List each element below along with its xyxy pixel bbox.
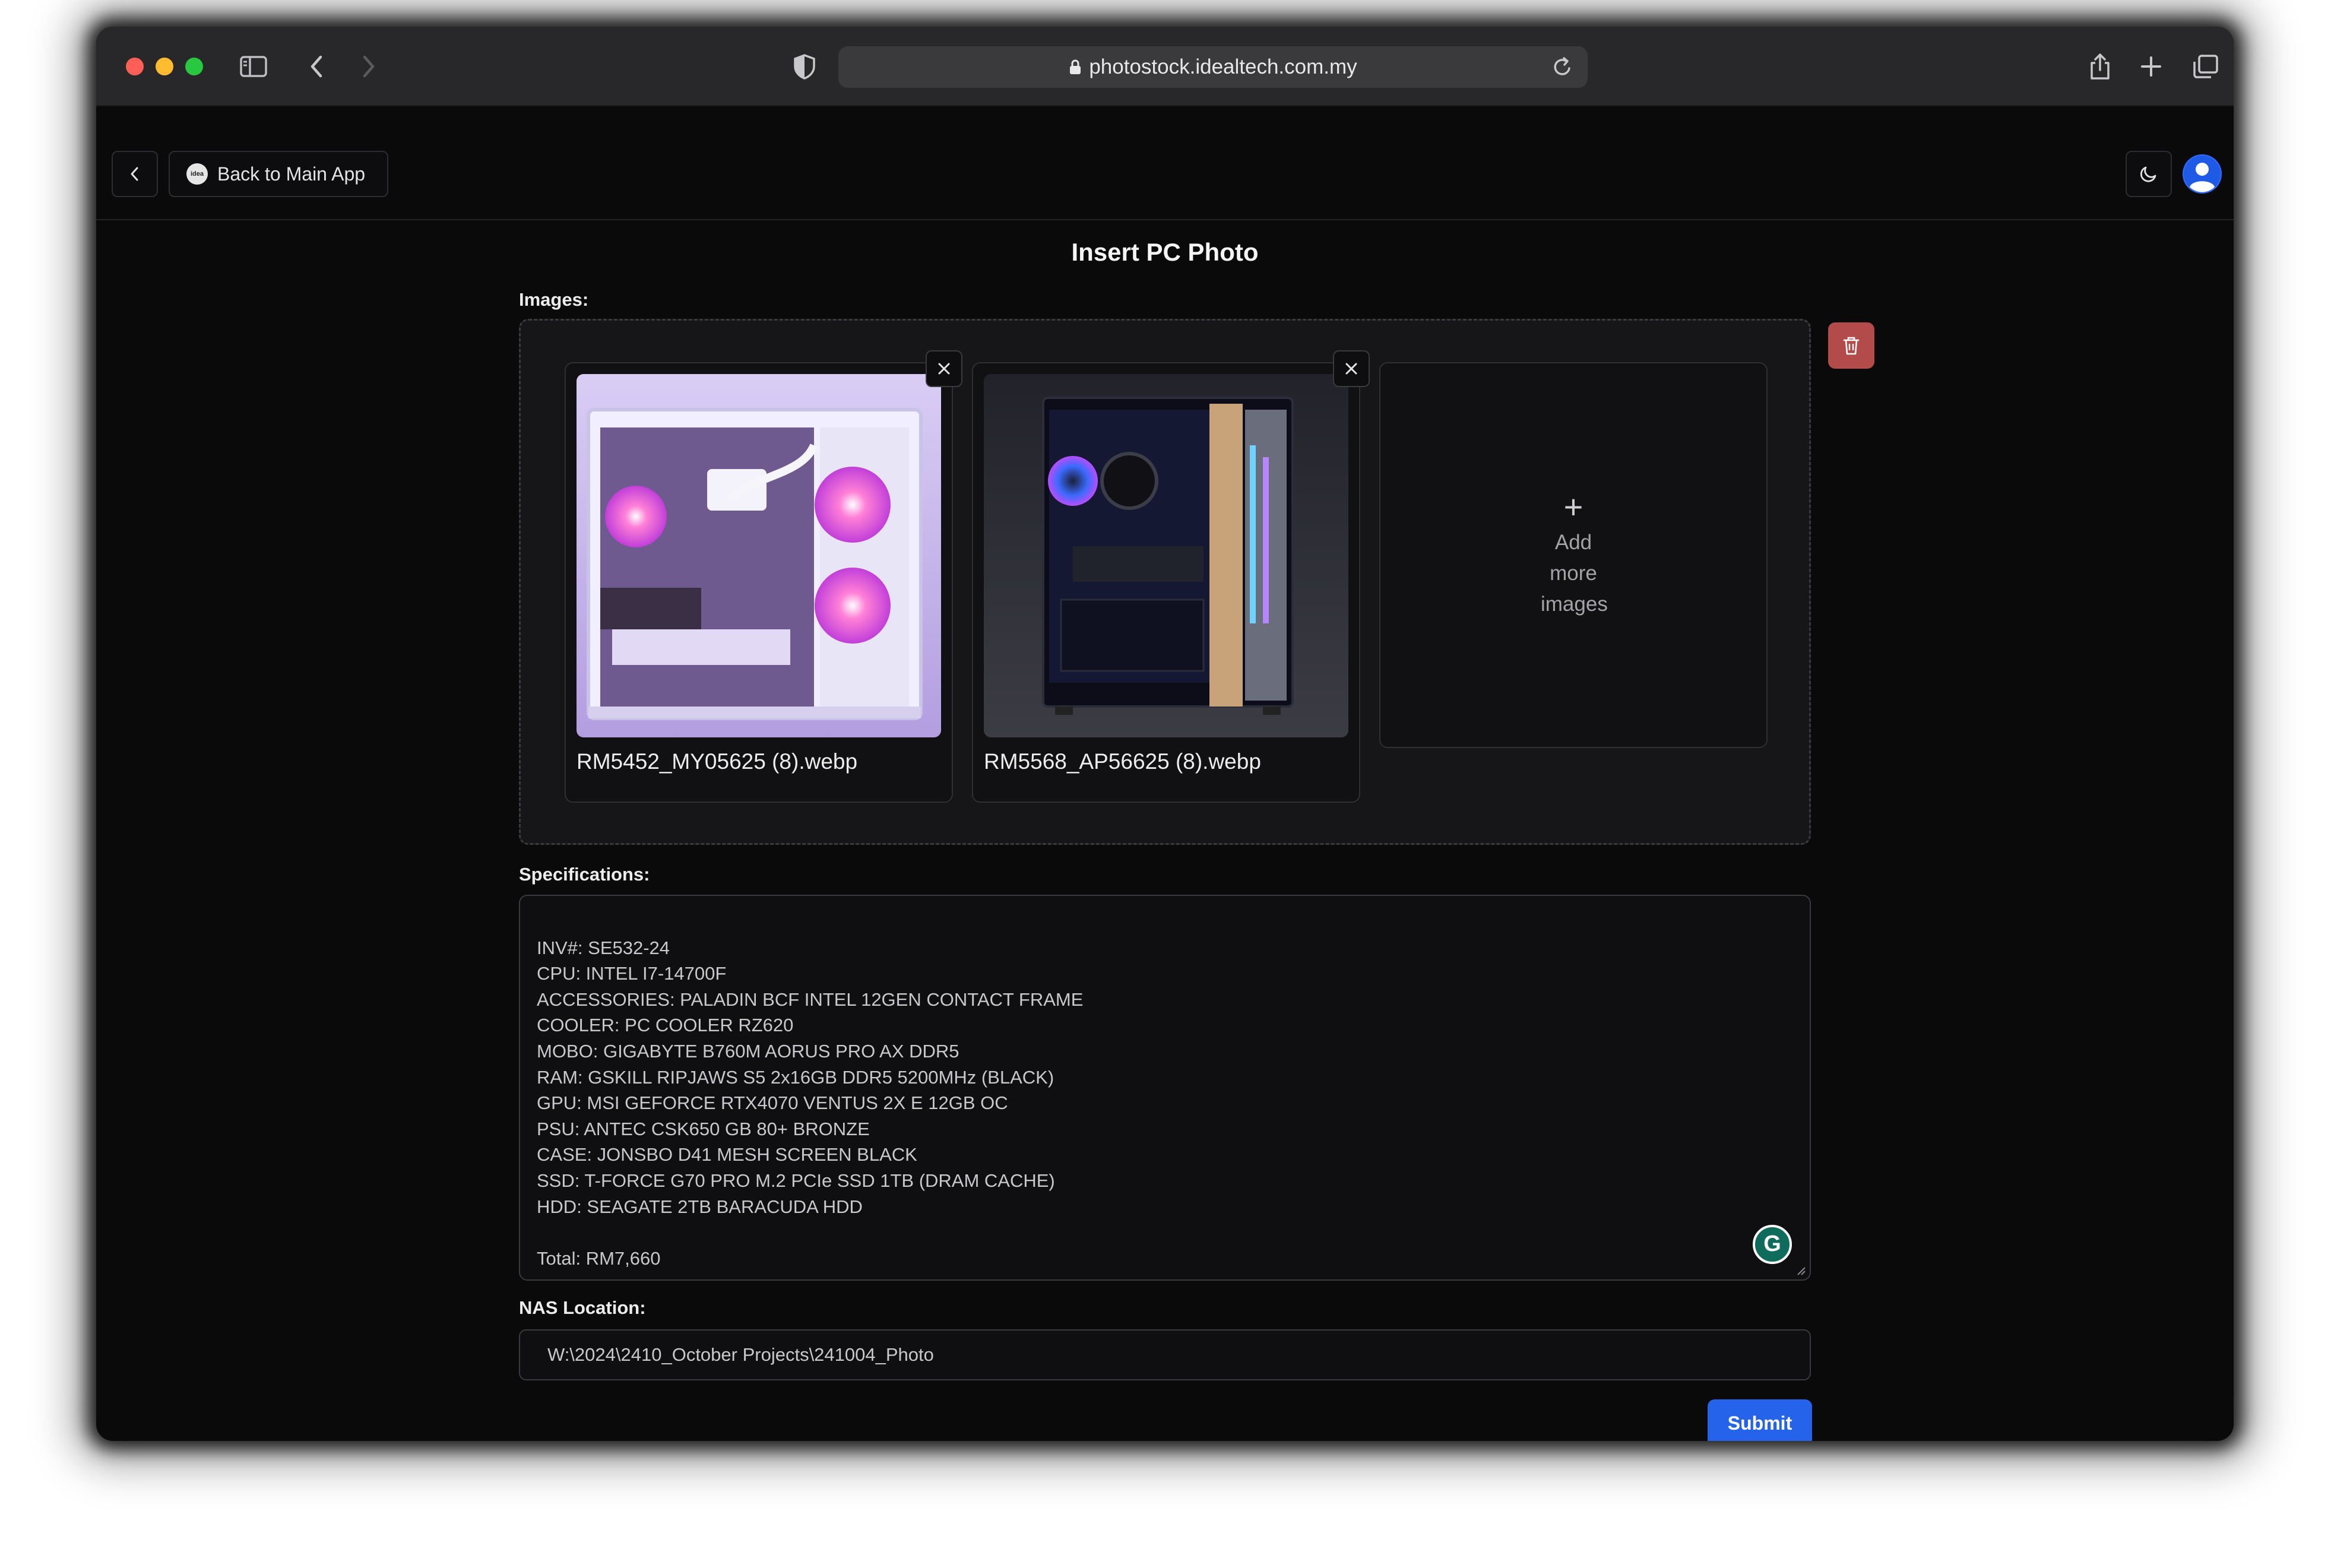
close-window-button[interactable] (126, 58, 144, 75)
theme-toggle-button[interactable] (2126, 151, 2172, 197)
back-button[interactable] (112, 151, 158, 197)
nas-location-input[interactable]: W:\2024\2410_October Projects\241004_Pho… (519, 1329, 1811, 1380)
close-icon (1345, 363, 1357, 375)
grammarly-icon[interactable]: G (1753, 1225, 1792, 1264)
back-to-main-app-label: Back to Main App (217, 163, 366, 185)
privacy-shield-icon[interactable] (788, 50, 821, 83)
resize-handle-icon[interactable] (1794, 1264, 1806, 1276)
clear-images-button[interactable] (1828, 322, 1874, 369)
url-text: photostock.idealtech.com.my (1089, 55, 1357, 78)
remove-image-button[interactable] (926, 350, 962, 387)
add-more-images-button[interactable]: + Add more images (1379, 362, 1768, 748)
moon-icon (2140, 166, 2156, 182)
back-to-main-app-button[interactable]: idea Back to Main App (169, 151, 388, 197)
plus-icon: + (1563, 488, 1583, 525)
add-more-images-label: Add more images (1541, 531, 1608, 616)
browser-toolbar: photostock.idealtech.com.my (96, 27, 2234, 106)
nas-location-label: NAS Location: (519, 1297, 646, 1318)
address-bar[interactable]: photostock.idealtech.com.my (838, 46, 1588, 88)
reload-icon[interactable] (1551, 55, 1575, 79)
image-dropzone[interactable]: RM5452_MY05625 (8).webp RM5568_AP56625 (… (519, 319, 1811, 845)
pc-photo-black-case (984, 374, 1348, 737)
browser-back-icon[interactable] (300, 50, 332, 83)
specifications-textarea[interactable]: INV#: SE532-24 CPU: INTEL I7-14700F ACCE… (519, 895, 1811, 1281)
browser-forward-icon[interactable] (353, 50, 385, 83)
app-logo-icon: idea (186, 163, 208, 185)
images-label: Images: (519, 289, 589, 310)
remove-image-button[interactable] (1333, 350, 1370, 387)
share-icon[interactable] (2084, 50, 2116, 83)
sidebar-toggle-icon[interactable] (237, 50, 270, 83)
tab-overview-icon[interactable] (2190, 50, 2222, 83)
user-avatar[interactable] (2183, 154, 2222, 194)
image-filename: RM5452_MY05625 (8).webp (577, 749, 858, 774)
app-header: idea Back to Main App (96, 106, 2234, 220)
page-title: Insert PC Photo (1071, 238, 1259, 266)
submit-button[interactable]: Submit (1708, 1399, 1812, 1441)
new-tab-icon[interactable] (2135, 50, 2167, 83)
lock-icon (1070, 59, 1081, 74)
specifications-label: Specifications: (519, 864, 650, 885)
trash-icon (1843, 337, 1860, 355)
image-card: RM5452_MY05625 (8).webp (565, 350, 962, 803)
image-card: RM5568_AP56625 (8).webp (972, 350, 1370, 803)
browser-window: photostock.idealtech.com.my idea Back to… (96, 27, 2234, 1441)
chevron-left-icon (131, 167, 138, 181)
pc-photo-white-case (577, 374, 941, 737)
minimize-window-button[interactable] (156, 58, 173, 75)
specifications-text: INV#: SE532-24 CPU: INTEL I7-14700F ACCE… (537, 937, 1084, 1269)
close-icon (938, 363, 950, 375)
image-filename: RM5568_AP56625 (8).webp (984, 749, 1261, 774)
zoom-window-button[interactable] (185, 58, 203, 75)
